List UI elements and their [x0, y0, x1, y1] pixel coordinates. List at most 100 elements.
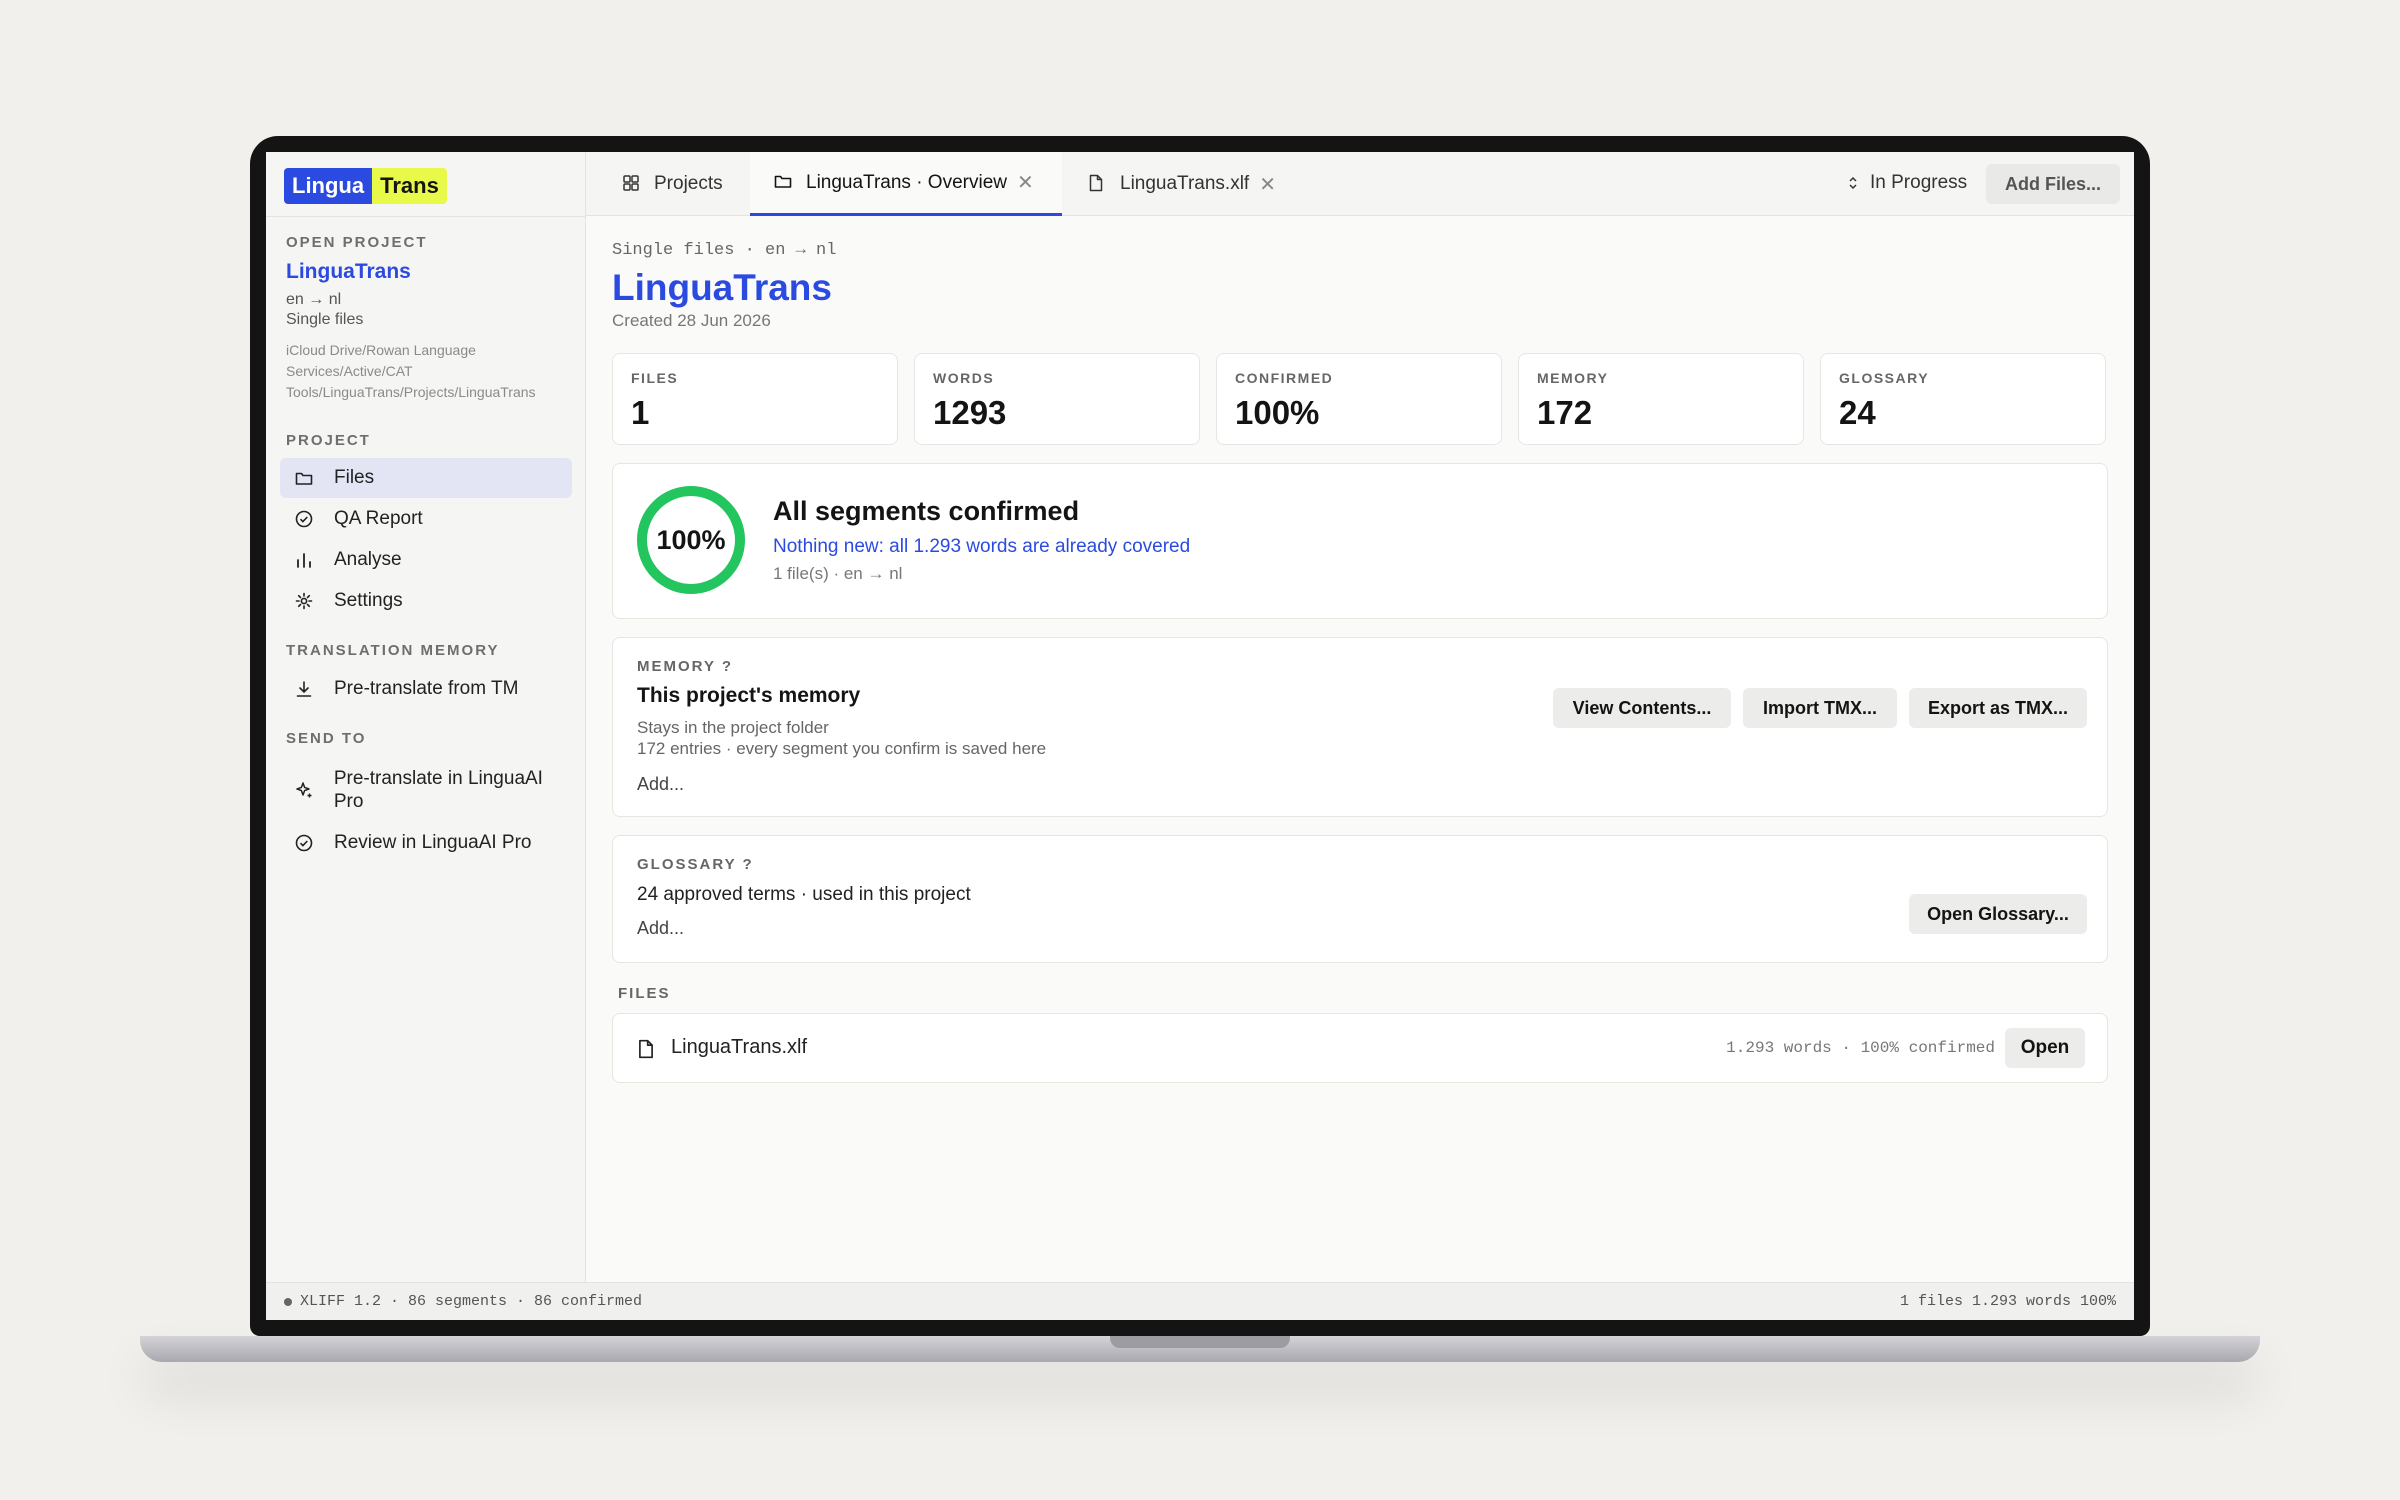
glossary-add-link[interactable]: Add... — [637, 918, 684, 939]
folder-icon — [774, 173, 794, 193]
stat-label: FILES — [631, 370, 679, 386]
sidebar-item-settings[interactable]: Settings — [280, 581, 572, 621]
confirmation-meta: 1 file(s) · en → nl — [773, 564, 903, 583]
status-label: In Progress — [1870, 172, 1968, 193]
translation-memory-section-label: TRANSLATION MEMORY — [286, 642, 500, 659]
stat-value: 1 — [631, 394, 650, 431]
tab-bar: Projects LinguaTrans · Overview ✕ Lingua… — [586, 152, 2134, 216]
status-dot-icon — [284, 1297, 292, 1306]
sidebar-item-label: Settings — [334, 590, 403, 611]
sidebar-project-path: iCloud Drive/Rowan Language Services/Act… — [286, 342, 536, 400]
file-icon — [639, 1039, 653, 1059]
sidebar-project-type: Single files — [286, 311, 364, 328]
sidebar-item-label: Pre-translate in LinguaAI Pro — [333, 768, 543, 812]
memory-location: Stays in the project folder — [637, 718, 829, 737]
stat-value: 172 — [1537, 394, 1593, 431]
stat-label: CONFIRMED — [1235, 370, 1334, 386]
files-section-label: FILES — [618, 985, 671, 1002]
memory-section-label: MEMORY ? — [637, 658, 734, 675]
stat-card-words: WORDS 1293 — [914, 353, 1200, 445]
memory-entries: 172 entries · every segment you confirm … — [637, 739, 1047, 758]
laptop-notch — [1110, 1336, 1290, 1348]
sidebar-item-pretranslate-ai[interactable]: Pre-translate in LinguaAI Pro — [280, 762, 572, 818]
stat-card-glossary: GLOSSARY 24 — [1820, 353, 2106, 445]
confirmation-card: 100% All segments confirmed Nothing new:… — [612, 463, 2108, 619]
grid-icon — [622, 174, 642, 194]
sidebar-item-label: Pre-translate from TM — [334, 678, 519, 699]
tab-label: LinguaTrans · Overview — [806, 171, 1007, 193]
sidebar-divider — [266, 216, 586, 217]
project-section-label: PROJECT — [286, 432, 371, 449]
app-logo: Lingua Trans — [284, 168, 447, 204]
sidebar-item-label: Review in LinguaAI Pro — [334, 832, 532, 853]
folder-icon — [294, 468, 314, 488]
progress-percent: 100% — [656, 524, 726, 555]
export-tmx-button[interactable]: Export as TMX... — [1909, 688, 2087, 728]
app-window: Lingua Trans OPEN PROJECT LinguaTrans en… — [266, 152, 2134, 1320]
sidebar-item-label: Files — [334, 467, 375, 488]
tab-xlf-file[interactable]: LinguaTrans.xlf ✕ — [1074, 152, 1290, 216]
status-bar-summary: 1 files 1.293 words 100% — [1899, 1293, 2116, 1310]
download-icon — [294, 679, 314, 699]
sidebar: Lingua Trans OPEN PROJECT LinguaTrans en… — [266, 152, 586, 1282]
stat-card-confirmed: CONFIRMED 100% — [1216, 353, 1502, 445]
import-tmx-button[interactable]: Import TMX... — [1743, 688, 1897, 728]
sidebar-item-label: Analyse — [334, 549, 402, 570]
bar-chart-icon — [294, 550, 314, 570]
memory-title: This project's memory — [637, 684, 861, 707]
file-icon — [1088, 174, 1108, 194]
stat-value: 24 — [1839, 394, 1876, 431]
sidebar-item-analyse[interactable]: Analyse — [280, 540, 572, 580]
logo-part-1: Lingua — [284, 168, 373, 204]
file-name: LinguaTrans.xlf — [671, 1036, 807, 1058]
send-to-section-label: SEND TO — [286, 730, 367, 747]
created-date: Created 28 Jun 2026 — [612, 311, 771, 330]
file-row[interactable]: LinguaTrans.xlf 1.293 words · 100% confi… — [612, 1013, 2108, 1083]
stat-card-memory: MEMORY 172 — [1518, 353, 1804, 445]
status-selector[interactable]: In Progress — [1848, 172, 1967, 194]
memory-card: MEMORY ? This project's memory Stays in … — [612, 637, 2108, 817]
page-title: LinguaTrans — [612, 267, 832, 308]
tab-overview[interactable]: LinguaTrans · Overview ✕ — [750, 152, 1062, 216]
logo-part-2: Trans — [372, 168, 447, 204]
open-file-button[interactable]: Open — [2005, 1028, 2085, 1068]
stat-label: MEMORY — [1537, 370, 1609, 386]
open-glossary-button[interactable]: Open Glossary... — [1909, 894, 2087, 934]
open-project-label: OPEN PROJECT — [286, 234, 428, 251]
status-bar: XLIFF 1.2 · 86 segments · 86 confirmed 1… — [266, 1282, 2134, 1320]
glossary-section-label: GLOSSARY ? — [637, 856, 754, 873]
status-bar-left: XLIFF 1.2 · 86 segments · 86 confirmed — [284, 1293, 642, 1310]
sidebar-project-languages: en → nl — [286, 291, 342, 308]
stat-card-files: FILES 1 — [612, 353, 898, 445]
add-files-button[interactable]: Add Files... — [1986, 164, 2120, 204]
updown-chevron-icon — [1848, 175, 1858, 191]
tab-label: LinguaTrans.xlf — [1120, 173, 1250, 194]
stat-label: GLOSSARY — [1839, 370, 1930, 386]
stat-value: 1293 — [933, 394, 1007, 431]
close-icon[interactable]: ✕ — [1259, 172, 1276, 197]
sidebar-item-files[interactable]: Files — [280, 458, 572, 498]
confirmation-title: All segments confirmed — [773, 496, 1080, 526]
main-content: Single files · en → nl LinguaTrans Creat… — [586, 217, 2134, 1282]
sidebar-project-name[interactable]: LinguaTrans — [286, 260, 411, 284]
check-circle-icon — [294, 509, 314, 529]
sidebar-item-pretranslate-tm[interactable]: Pre-translate from TM — [280, 669, 572, 709]
stat-label: WORDS — [933, 370, 995, 386]
view-contents-button[interactable]: View Contents... — [1553, 688, 1731, 728]
file-meta: 1.293 words · 100% confirmed — [1726, 1039, 1995, 1057]
sidebar-item-review-ai[interactable]: Review in LinguaAI Pro — [280, 823, 572, 863]
sparkle-icon — [294, 780, 314, 800]
sidebar-item-qa-report[interactable]: QA Report — [280, 499, 572, 539]
tab-label: Projects — [654, 173, 723, 194]
sidebar-item-label: QA Report — [334, 508, 423, 529]
gear-icon — [294, 591, 314, 611]
check-circle-icon — [294, 833, 314, 853]
close-icon[interactable]: ✕ — [1017, 170, 1034, 195]
memory-add-link[interactable]: Add... — [637, 774, 684, 795]
glossary-card: GLOSSARY ? 24 approved terms · used in t… — [612, 835, 2108, 963]
stat-value: 100% — [1235, 394, 1320, 431]
glossary-summary: 24 approved terms · used in this project — [637, 884, 971, 905]
status-bar-format: XLIFF 1.2 · 86 segments · 86 confirmed — [300, 1293, 643, 1310]
breadcrumb: Single files · en → nl — [612, 241, 837, 260]
tab-projects[interactable]: Projects — [608, 152, 737, 216]
